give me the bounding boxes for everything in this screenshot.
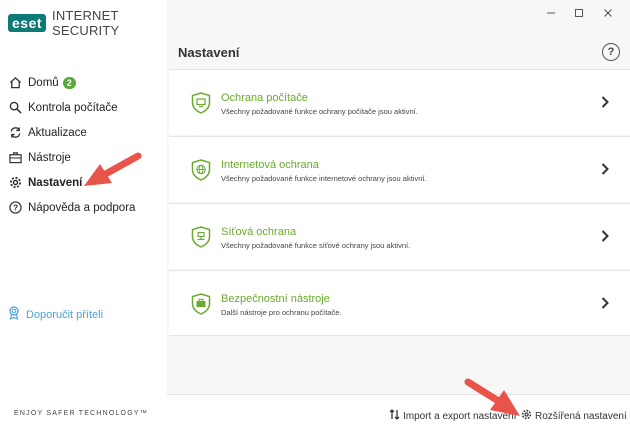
main-panel: Nastavení ? Ochrana počítače Všechny pož… [167,0,630,434]
toolbox-shield-icon [191,293,211,315]
maximize-icon [575,9,583,17]
sidebar-item-label: Domů [28,76,59,89]
tagline: ENJOY SAFER TECHNOLOGY™ [14,410,148,417]
network-shield-icon [191,226,211,248]
app-title: INTERNET SECURITY [52,8,120,38]
card-description: Všechny požadované funkce internetové oc… [221,174,427,183]
gear-icon [8,176,22,190]
card-security-tools[interactable]: Bezpečnostní nástroje Další nástroje pro… [169,270,630,336]
briefcase-icon [8,151,22,165]
sidebar-item-update[interactable]: Aktualizace [0,120,167,145]
sidebar-item-label: Aktualizace [28,126,87,139]
award-icon [8,306,20,323]
sidebar: eset INTERNET SECURITY Domů 2 Kontrola p… [0,0,167,434]
advanced-settings-link[interactable]: Rozšířená nastavení [521,409,627,423]
card-network-protection[interactable]: Síťová ochrana Všechny požadované funkce… [169,203,630,269]
annotation-arrow-icon [84,152,142,186]
card-computer-protection[interactable]: Ochrana počítače Všechny požadované funk… [169,69,630,135]
notification-badge: 2 [62,76,76,89]
computer-shield-icon [191,92,211,114]
sidebar-item-scan[interactable]: Kontrola počítače [0,95,167,120]
help-button[interactable]: ? [602,43,620,61]
close-button[interactable] [599,4,617,22]
search-icon [8,101,22,115]
eset-logo: eset [8,14,47,32]
card-title: Internetová ochrana [221,159,319,171]
card-title: Síťová ochrana [221,226,297,238]
home-icon [8,76,22,90]
page-title: Nastavení [178,45,240,60]
recommend-friend-link[interactable]: Doporučit příteli [8,306,103,323]
close-icon [604,9,612,17]
minimize-button[interactable] [542,4,560,22]
card-description: Další nástroje pro ochranu počítače. [221,308,342,317]
recommend-label: Doporučit příteli [26,308,104,321]
sidebar-item-help[interactable]: ? Nápověda a podpora [0,195,167,220]
sidebar-item-label: Nastavení [28,176,83,189]
maximize-button[interactable] [570,4,588,22]
refresh-icon [8,126,22,140]
annotation-arrow-icon [464,378,520,416]
card-internet-protection[interactable]: Internetová ochrana Všechny požadované f… [169,136,630,202]
advanced-settings-label: Rozšířená nastavení [535,410,627,422]
sidebar-item-home[interactable]: Domů 2 [0,70,167,95]
svg-text:?: ? [12,203,17,213]
chevron-right-icon [601,297,609,309]
card-title: Bezpečnostní nástroje [221,293,330,305]
sidebar-nav: Domů 2 Kontrola počítače Aktualizace Nás… [0,70,167,220]
card-title: Ochrana počítače [221,92,308,104]
import-export-icon [389,409,400,423]
sidebar-item-label: Nástroje [28,151,71,164]
sidebar-item-label: Nápověda a podpora [28,201,136,214]
sidebar-item-label: Kontrola počítače [28,101,118,114]
card-description: Všechny požadované funkce ochrany počíta… [221,107,418,116]
minimize-icon [547,12,555,14]
title-bar [167,0,630,28]
globe-shield-icon [191,159,211,181]
bottom-bar: Import a export nastavení Rozšířená nast… [167,394,630,434]
card-description: Všechny požadované funkce síťové ochrany… [221,241,411,250]
chevron-right-icon [601,230,609,242]
help-circle-icon: ? [8,201,22,215]
chevron-right-icon [601,163,609,175]
app-logo: eset INTERNET SECURITY [8,8,167,38]
chevron-right-icon [601,96,609,108]
